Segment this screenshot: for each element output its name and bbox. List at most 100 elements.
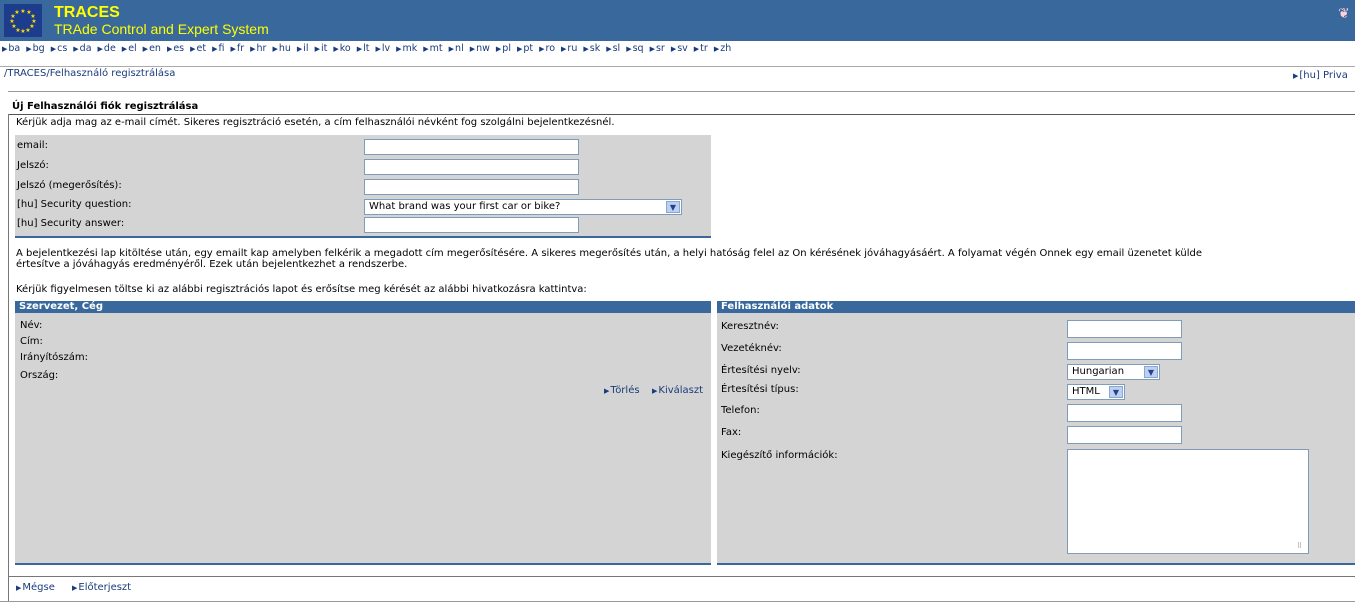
language-code: il bbox=[303, 43, 309, 54]
chevron-down-icon[interactable]: ▼ bbox=[1109, 386, 1123, 398]
chevron-down-icon[interactable]: ▼ bbox=[666, 201, 680, 213]
cancel-link[interactable]: ▶Mégse bbox=[16, 582, 55, 593]
security-answer-input[interactable] bbox=[364, 217, 579, 233]
arrow-right-icon: ▶ bbox=[73, 45, 79, 53]
language-link-fi[interactable]: ▶fi bbox=[212, 43, 224, 54]
arrow-right-icon: ▶ bbox=[333, 45, 339, 53]
language-code: es bbox=[173, 43, 185, 54]
divider bbox=[8, 576, 1355, 577]
language-link-nw[interactable]: ▶nw bbox=[470, 43, 490, 54]
arrow-right-icon: ▶ bbox=[50, 45, 57, 53]
language-link-sq[interactable]: ▶sq bbox=[626, 43, 643, 54]
arrow-right-icon: ▶ bbox=[516, 45, 523, 53]
email-input[interactable] bbox=[364, 139, 579, 155]
language-link-il[interactable]: ▶il bbox=[297, 43, 309, 54]
select-link[interactable]: ▶Kiválaszt bbox=[652, 385, 703, 396]
security-question-select[interactable]: What brand was your first car or bike? ▼ bbox=[364, 199, 682, 215]
privacy-link-label: [hu] Priva bbox=[1299, 70, 1348, 81]
security-question-label: [hu] Security question: bbox=[17, 199, 132, 210]
language-link-es[interactable]: ▶es bbox=[167, 43, 184, 54]
language-code: sv bbox=[677, 43, 688, 54]
language-link-hu[interactable]: ▶hu bbox=[272, 43, 290, 54]
security-answer-label: [hu] Security answer: bbox=[17, 218, 125, 229]
svg-text:★: ★ bbox=[20, 28, 25, 35]
section-border bbox=[8, 114, 9, 602]
language-link-sl[interactable]: ▶sl bbox=[606, 43, 620, 54]
lastname-input[interactable] bbox=[1067, 342, 1182, 360]
language-link-sk[interactable]: ▶sk bbox=[583, 43, 600, 54]
language-link-hr[interactable]: ▶hr bbox=[250, 43, 266, 54]
extra-info-textarea[interactable] bbox=[1067, 449, 1309, 554]
divider bbox=[0, 601, 1355, 602]
notif-lang-select[interactable]: Hungarian ▼ bbox=[1067, 364, 1160, 380]
fax-input[interactable] bbox=[1067, 426, 1182, 444]
app-name: TRACES bbox=[54, 4, 120, 21]
language-link-bg[interactable]: ▶bg bbox=[26, 43, 44, 54]
arrow-right-icon: ▶ bbox=[375, 45, 381, 53]
language-link-ba[interactable]: ▶ba bbox=[2, 43, 20, 54]
language-link-lt[interactable]: ▶lt bbox=[357, 43, 370, 54]
notif-type-select[interactable]: HTML ▼ bbox=[1067, 384, 1125, 400]
organization-panel bbox=[15, 313, 711, 563]
arrow-right-icon: ▶ bbox=[423, 45, 429, 53]
language-link-de[interactable]: ▶de bbox=[98, 43, 116, 54]
info-text: A bejelentkezési lap kitöltése után, egy… bbox=[16, 248, 1351, 270]
cancel-link-label: Mégse bbox=[22, 582, 55, 593]
language-link-sv[interactable]: ▶sv bbox=[671, 43, 688, 54]
language-link-ko[interactable]: ▶ko bbox=[333, 43, 350, 54]
language-link-da[interactable]: ▶da bbox=[73, 43, 91, 54]
org-name-label: Név: bbox=[20, 320, 43, 331]
language-link-tr[interactable]: ▶tr bbox=[694, 43, 708, 54]
privacy-link[interactable]: ▶[hu] Priva bbox=[1293, 70, 1348, 81]
language-code: lv bbox=[381, 43, 391, 54]
delete-link[interactable]: ▶Törlés bbox=[604, 385, 640, 396]
language-link-en[interactable]: ▶en bbox=[143, 43, 161, 54]
arrow-right-icon: ▶ bbox=[626, 45, 632, 53]
password-input[interactable] bbox=[364, 159, 579, 175]
language-link-it[interactable]: ▶it bbox=[315, 43, 328, 54]
language-link-lv[interactable]: ▶lv bbox=[375, 43, 390, 54]
language-link-zh[interactable]: ▶zh bbox=[714, 43, 731, 54]
page-title: Új Felhasználói fiók regisztrálása bbox=[12, 101, 199, 112]
language-link-pt[interactable]: ▶pt bbox=[517, 43, 533, 54]
language-bar: ▶ba ▶bg ▶cs ▶da ▶de ▶el ▶en ▶es ▶et ▶fi ▶fr ▶hr ▶hu ▶… bbox=[2, 43, 737, 55]
arrow-right-icon: ▶ bbox=[272, 45, 278, 53]
arrow-right-icon: ▶ bbox=[448, 45, 455, 53]
language-link-el[interactable]: ▶el bbox=[122, 43, 137, 54]
language-link-ru[interactable]: ▶ru bbox=[561, 43, 577, 54]
arrow-right-icon: ▶ bbox=[604, 387, 610, 395]
svg-text:★: ★ bbox=[14, 9, 19, 16]
language-link-ro[interactable]: ▶ro bbox=[539, 43, 555, 54]
arrow-right-icon: ▶ bbox=[396, 45, 402, 53]
arrow-right-icon: ▶ bbox=[693, 45, 700, 53]
language-code: ro bbox=[545, 43, 556, 54]
arrow-right-icon: ▶ bbox=[1293, 72, 1299, 80]
language-link-pl[interactable]: ▶pl bbox=[496, 43, 511, 54]
language-link-cs[interactable]: ▶cs bbox=[51, 43, 68, 54]
language-link-mk[interactable]: ▶mk bbox=[396, 43, 417, 54]
language-link-fr[interactable]: ▶fr bbox=[230, 43, 244, 54]
language-code: hr bbox=[256, 43, 267, 54]
language-link-mt[interactable]: ▶mt bbox=[423, 43, 442, 54]
language-link-et[interactable]: ▶et bbox=[190, 43, 206, 54]
phone-input[interactable] bbox=[1067, 404, 1182, 422]
language-code: tr bbox=[700, 43, 708, 54]
notif-lang-value: Hungarian bbox=[1072, 366, 1125, 377]
language-code: et bbox=[196, 43, 207, 54]
language-link-nl[interactable]: ▶nl bbox=[449, 43, 464, 54]
language-code: bg bbox=[32, 43, 45, 54]
arrow-right-icon: ▶ bbox=[142, 45, 149, 53]
arrow-right-icon: ▶ bbox=[2, 45, 8, 53]
arrow-right-icon: ▶ bbox=[16, 584, 22, 592]
delete-link-label: Törlés bbox=[610, 385, 640, 396]
arrow-right-icon: ▶ bbox=[97, 45, 103, 53]
divider bbox=[15, 563, 711, 565]
password-confirm-input[interactable] bbox=[364, 179, 579, 195]
language-code: nl bbox=[455, 43, 464, 54]
submit-link[interactable]: ▶Előterjeszt bbox=[72, 582, 131, 593]
language-code: mt bbox=[429, 43, 443, 54]
divider bbox=[8, 114, 1355, 115]
firstname-input[interactable] bbox=[1067, 320, 1182, 338]
chevron-down-icon[interactable]: ▼ bbox=[1144, 366, 1158, 378]
language-link-sr[interactable]: ▶sr bbox=[650, 43, 665, 54]
